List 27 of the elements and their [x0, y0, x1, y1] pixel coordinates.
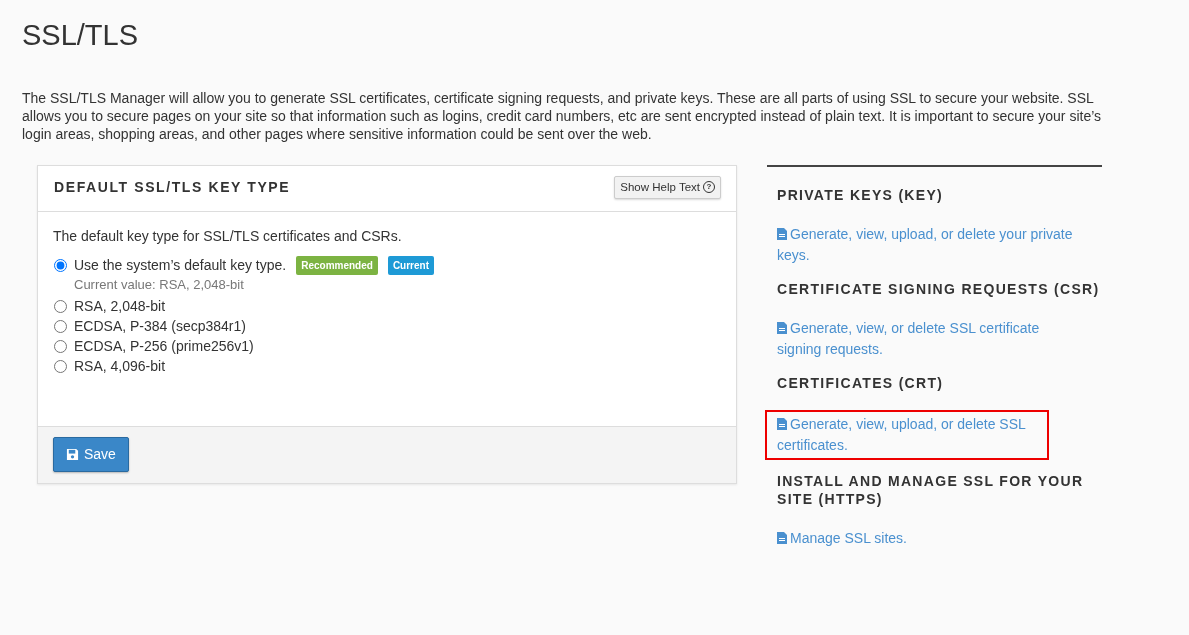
- option-label[interactable]: Use the system’s default key type.: [74, 254, 287, 276]
- help-button[interactable]: Show Help Text ?: [614, 175, 721, 200]
- section-heading: INSTALL AND MANAGE SSL FOR YOUR SITE (HTTPS): [777, 471, 1085, 508]
- section-heading: CERTIFICATE SIGNING REQUESTS (CSR): [777, 279, 1101, 298]
- document-icon: [777, 417, 787, 430]
- section-heading: CERTIFICATES (CRT): [777, 373, 945, 392]
- current-value-note: Current value: RSA, 2,048-bit: [73, 276, 245, 295]
- radio-button[interactable]: [54, 360, 67, 374]
- document-icon: [777, 227, 787, 240]
- radio-button[interactable]: [54, 320, 67, 334]
- option-label[interactable]: ECDSA, P-384 (secp384r1): [74, 316, 246, 338]
- document-icon: [777, 321, 787, 334]
- radio-button[interactable]: [54, 300, 67, 314]
- radio-button[interactable]: [54, 340, 67, 354]
- status-tag: Recommended: [296, 255, 378, 275]
- panel-heading: DEFAULT SSL/TLS KEY TYPE: [54, 179, 291, 196]
- radio-button[interactable]: [54, 258, 67, 272]
- document-icon: [777, 531, 787, 544]
- option-label[interactable]: RSA, 4,096-bit: [74, 356, 166, 378]
- option-label[interactable]: ECDSA, P-256 (prime256v1): [74, 336, 254, 358]
- option-label[interactable]: RSA, 2,048-bit: [74, 296, 166, 318]
- status-tag: Current: [387, 255, 434, 275]
- intro-paragraph: The SSL/TLS Manager will allow you to generate SSL certificates, certificate signing requests, and private keys. These are all parts of using SSL to secure your website. SSL allows you to secure pages on your site so that information such as logins, credit card numbers, etc are sent encrypted instead of plain text. It is important to secure your site’s login areas, shopping areas, and other pages where sensitive information could be sent over the web.: [22, 88, 1103, 143]
- page-title: SSL/TLS: [22, 18, 140, 53]
- panel-description: The default key type for SSL/TLS certificates and CSRs.: [53, 227, 403, 247]
- save-button[interactable]: Save: [53, 437, 129, 473]
- section-heading: PRIVATE KEYS (KEY): [777, 185, 944, 204]
